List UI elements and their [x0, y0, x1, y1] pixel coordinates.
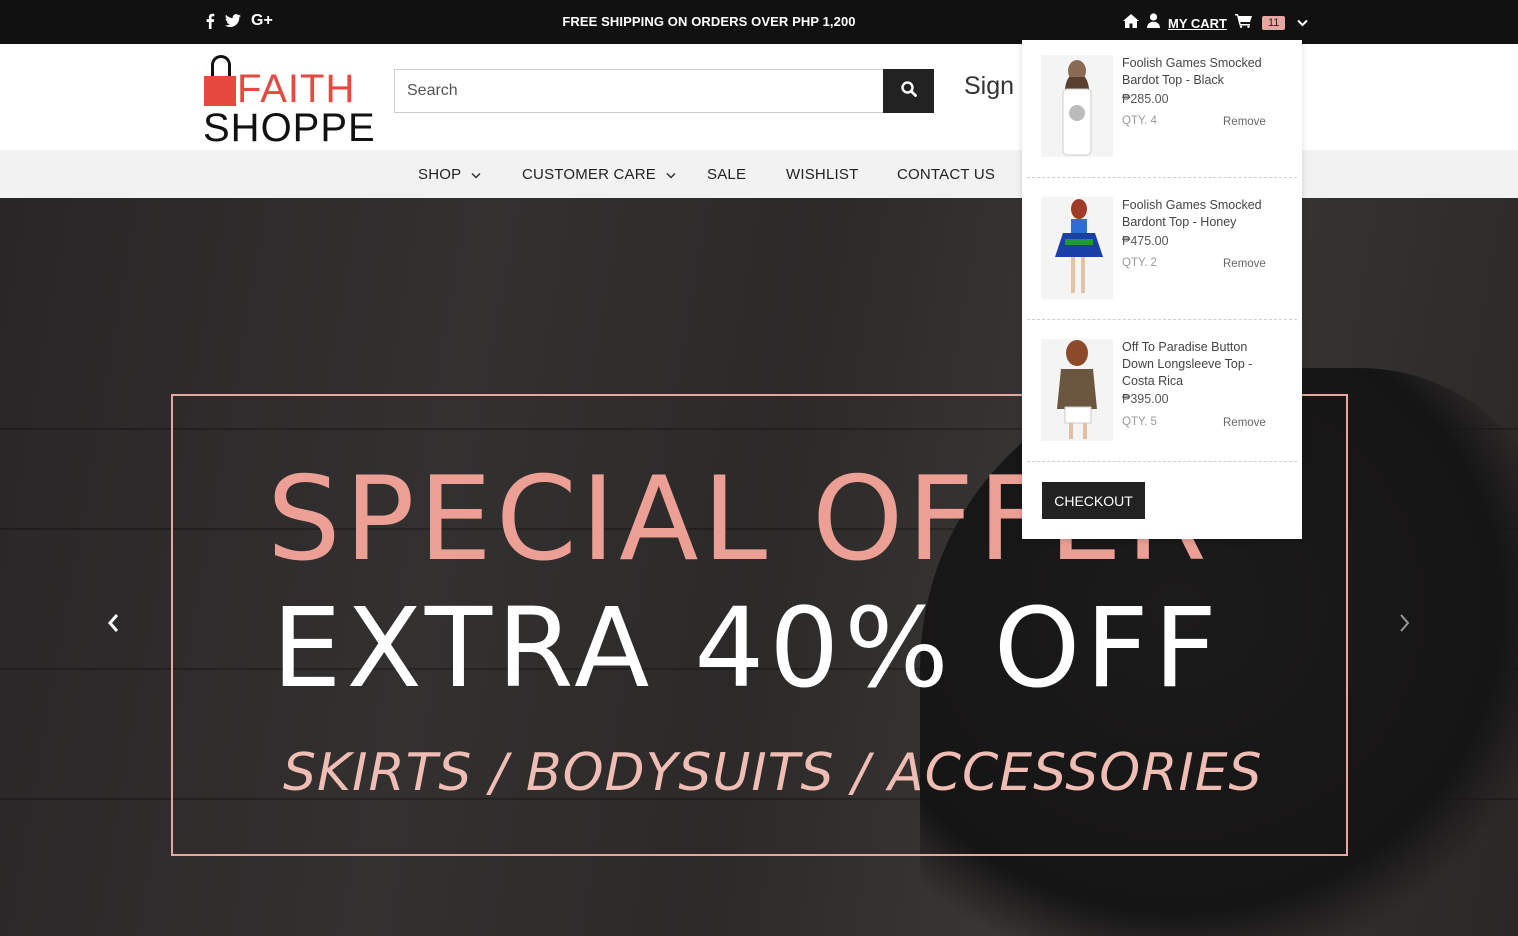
checkout-button[interactable]: CHECKOUT: [1042, 482, 1145, 519]
logo-bag: [204, 76, 236, 106]
cart-item-remove-button[interactable]: Remove: [1223, 116, 1266, 128]
search-button[interactable]: [883, 69, 934, 113]
nav-item-label: WISHLIST: [786, 166, 859, 183]
cart-item-qty: QTY. 2: [1122, 257, 1157, 269]
carousel-next-button[interactable]: [1390, 610, 1420, 640]
nav-item-label: CUSTOMER CARE: [522, 166, 657, 183]
cart-item-name[interactable]: Foolish Games Smocked Bardont Top - Hone…: [1122, 197, 1282, 231]
chevron-down-icon: [471, 166, 481, 183]
chevron-down-icon[interactable]: [1297, 14, 1309, 32]
logo-text-faith: FAITH: [237, 67, 356, 111]
cart-item-name[interactable]: Foolish Games Smocked Bardot Top - Black: [1122, 55, 1282, 89]
chevron-right-icon: [1399, 613, 1411, 638]
cart-item-qty: QTY. 4: [1122, 115, 1157, 127]
cart-item-remove-button[interactable]: Remove: [1223, 258, 1266, 270]
cart-item-price: ₱285.00: [1122, 92, 1169, 106]
sign-up-link[interactable]: Sign Up: [964, 72, 1022, 101]
cart-item-qty: QTY. 5: [1122, 416, 1157, 428]
nav-item-wishlist[interactable]: WISHLIST: [786, 166, 858, 183]
nav-item-shop[interactable]: SHOP: [418, 166, 481, 183]
cart-divider: [1027, 319, 1297, 320]
cart-item-remove-button[interactable]: Remove: [1223, 417, 1266, 429]
nav-item-label: SHOP: [418, 166, 462, 183]
cart-dropdown: Foolish Games Smocked Bardot Top - Black…: [1022, 40, 1302, 539]
product-thumbnail[interactable]: [1041, 339, 1113, 441]
nav-item-label: CONTACT US: [897, 166, 996, 183]
top-bar: G+ FREE SHIPPING ON ORDERS OVER PHP 1,20…: [0, 0, 1518, 44]
product-thumbnail[interactable]: [1041, 55, 1113, 157]
user-icon[interactable]: [1147, 13, 1160, 33]
cart-item-name[interactable]: Off To Paradise Button Down Longsleeve T…: [1122, 339, 1282, 390]
search-icon: [900, 80, 917, 102]
cart-divider: [1027, 177, 1297, 178]
home-icon[interactable]: [1123, 13, 1139, 33]
cart-count-badge: 11: [1261, 16, 1286, 30]
cart-item-price: ₱475.00: [1122, 234, 1169, 248]
chevron-down-icon: [666, 166, 676, 183]
cart-icon[interactable]: [1234, 13, 1252, 33]
nav-item-sale[interactable]: SALE: [707, 166, 746, 183]
chevron-left-icon: [107, 613, 119, 638]
offer-discount: EXTRA 40% OFF: [272, 584, 1222, 712]
nav-item-customer-care[interactable]: CUSTOMER CARE: [522, 166, 676, 183]
nav-item-label: SALE: [707, 166, 747, 183]
offer-categories: SKIRTS / BODYSUITS / ACCESSORIES: [283, 743, 1263, 803]
product-thumbnail[interactable]: [1041, 197, 1113, 299]
faith-shoppe-logo[interactable]: FAITH SHOPPE: [203, 52, 375, 149]
cart-divider: [1027, 461, 1297, 462]
logo-text-shoppe: SHOPPE: [203, 106, 376, 150]
top-nav: MY CART 11: [1123, 13, 1309, 33]
nav-item-contact-us[interactable]: CONTACT US: [897, 166, 995, 183]
search-input[interactable]: Search: [394, 69, 884, 113]
cart-item-price: ₱395.00: [1122, 392, 1169, 406]
my-cart-link[interactable]: MY CART: [1168, 16, 1227, 31]
carousel-prev-button[interactable]: [98, 610, 128, 640]
